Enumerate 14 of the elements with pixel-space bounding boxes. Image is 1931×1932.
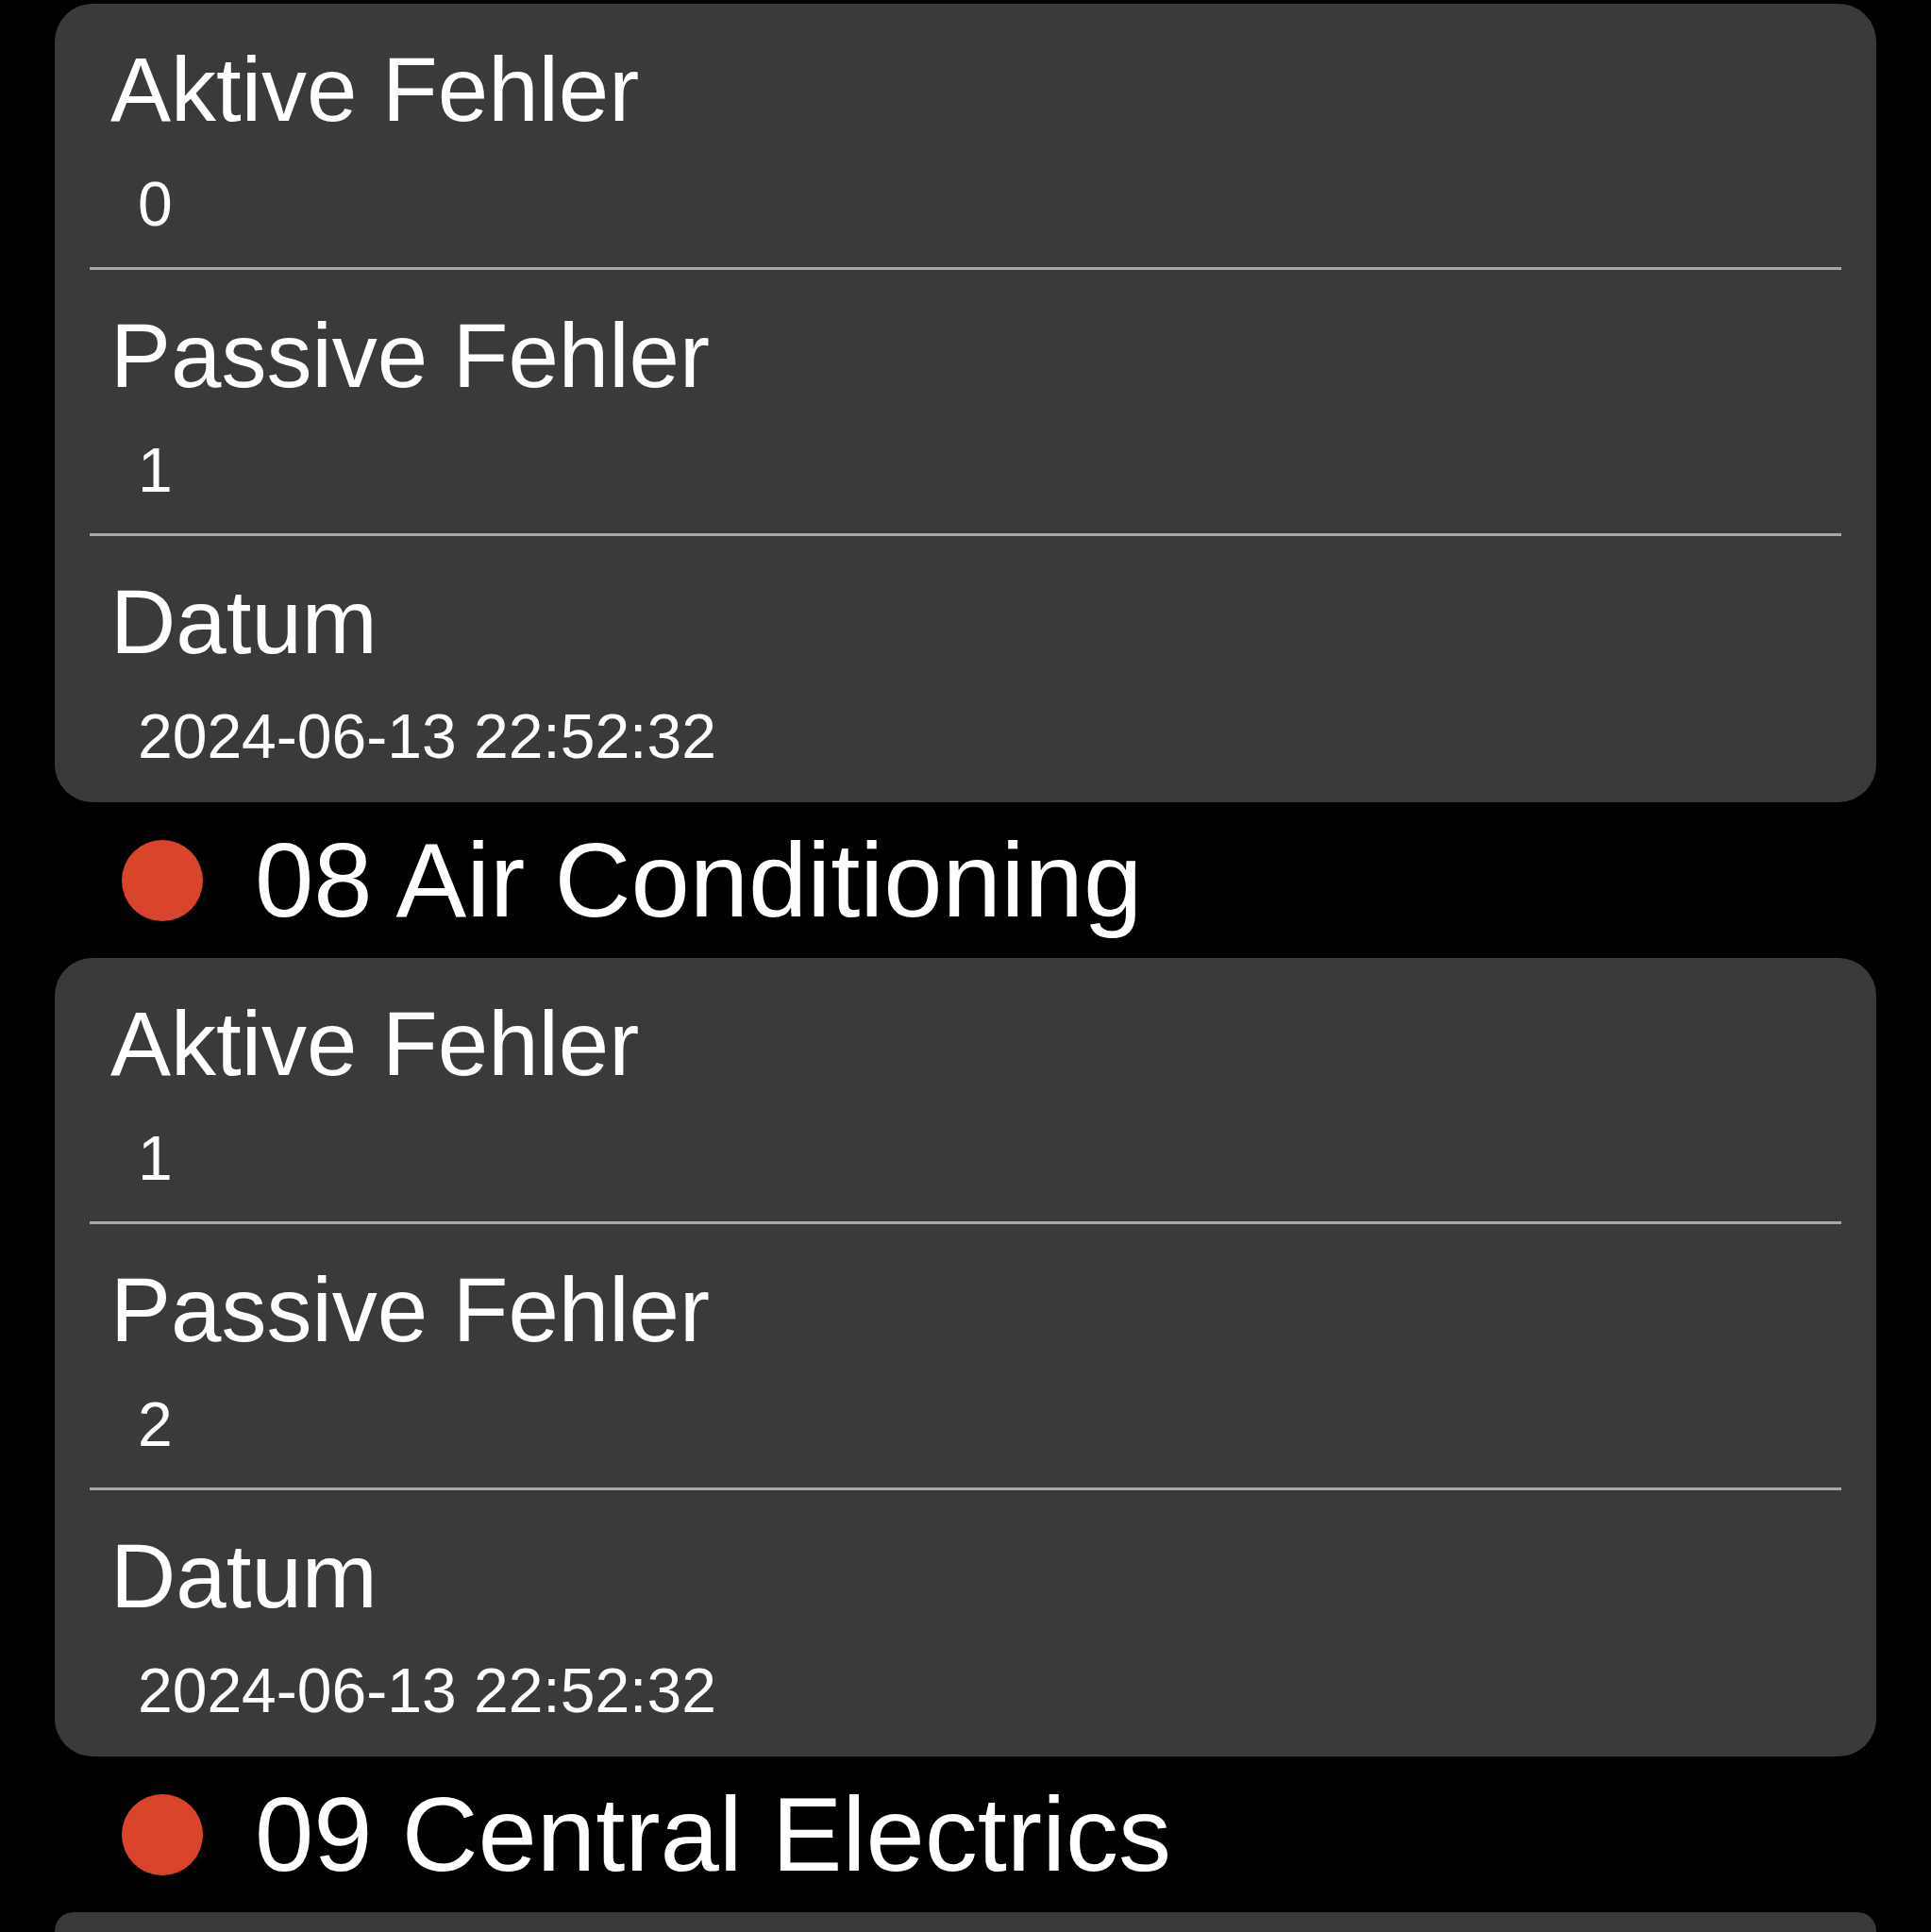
field-label: Aktive Fehler	[109, 992, 641, 1096]
field-label: Datum	[109, 570, 378, 674]
section-title: 09 Central Electrics	[255, 1773, 1172, 1895]
field-value: 1	[137, 434, 174, 506]
field-label: Datum	[109, 1524, 378, 1628]
field-label: Passive Fehler	[109, 304, 711, 408]
field-label: Aktive Fehler	[109, 38, 641, 142]
field-value: 2024-06-13 22:52:32	[137, 700, 717, 772]
field-value: 2	[137, 1388, 174, 1460]
field-value: 1	[137, 1122, 174, 1194]
field-label: Passive Fehler	[109, 1258, 711, 1362]
section-title: 08 Air Conditioning	[255, 819, 1143, 941]
field-value: 2024-06-13 22:52:32	[137, 1655, 717, 1726]
field-value: 0	[137, 168, 174, 240]
